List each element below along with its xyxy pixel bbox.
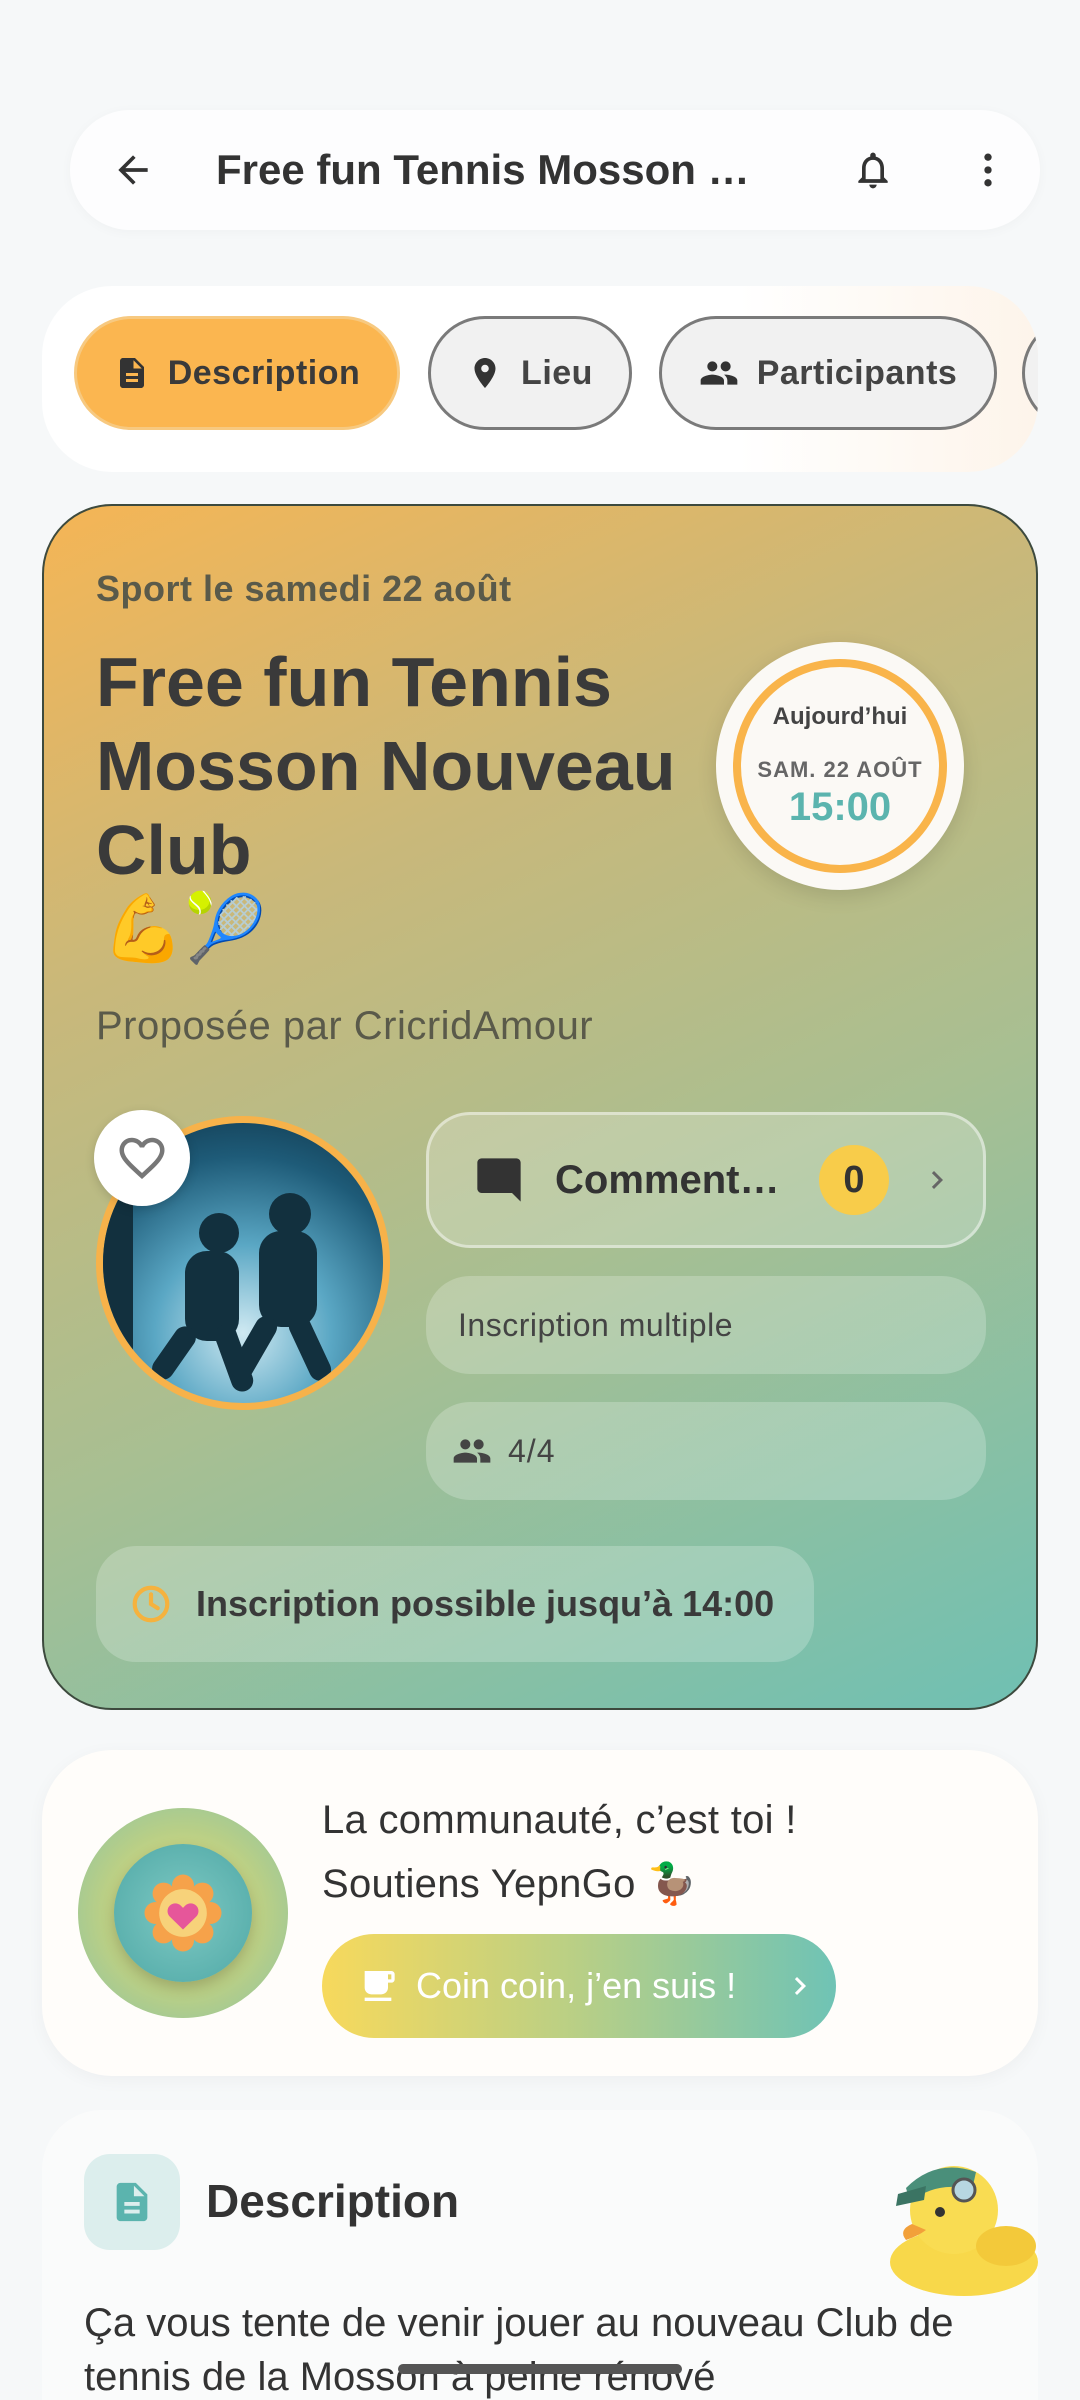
duck-mascot-icon	[890, 2166, 1038, 2296]
tab-label: Description	[167, 353, 361, 392]
duck-mascot-button[interactable]	[876, 2150, 1046, 2300]
location-pin-icon	[474, 358, 496, 388]
date-badge: Aujourd’hui SAM. 22 AOÛT 15:00	[716, 642, 964, 890]
people-icon	[700, 361, 738, 385]
registration-deadline: Inscription possible jusqu’à 14:00	[96, 1546, 814, 1662]
arrow-back-icon	[118, 155, 148, 185]
document-icon	[119, 358, 144, 388]
comments-label: Commentaires	[555, 1157, 785, 1202]
document-icon	[84, 2154, 180, 2250]
more-vert-icon	[984, 153, 992, 187]
bell-icon	[858, 152, 888, 189]
tab-participants[interactable]: Participants	[659, 316, 997, 430]
chevron-right-icon	[794, 1977, 806, 1995]
tab-lieu[interactable]: Lieu	[428, 316, 632, 430]
clock-timer-icon	[132, 1585, 170, 1623]
coffee-cup-icon	[364, 1971, 395, 2001]
event-organizer: Proposée par CricridAmour	[96, 1004, 594, 1048]
description-text: Ça vous tente de venir jouer au nouveau …	[84, 2301, 954, 2399]
section-tabs: Description Lieu Participants	[42, 286, 1038, 472]
event-category-date: Sport le samedi 22 août	[96, 568, 512, 609]
people-icon	[453, 1439, 491, 1463]
comments-button[interactable]: Commentaires 0	[426, 1112, 986, 1248]
top-app-bar: Free fun Tennis Mosson Nouveau Club 💪🎾	[70, 110, 1040, 230]
event-title: Free fun Tennis Mosson Nouveau Club	[96, 643, 676, 889]
date-badge-today: Aujourd’hui	[772, 702, 908, 730]
date-badge-time: 15:00	[788, 784, 892, 829]
participants-count-pill: 4/4	[426, 1402, 986, 1500]
home-indicator	[398, 2364, 682, 2374]
heart-outline-icon	[119, 1137, 165, 1180]
tab-next-partial[interactable]	[1022, 316, 1038, 430]
page-title: Free fun Tennis Mosson Nouveau Club 💪🎾	[216, 145, 776, 193]
registration-deadline-text: Inscription possible jusqu’à 14:00	[196, 1583, 775, 1624]
date-badge-date: SAM. 22 AOÛT	[757, 756, 923, 782]
support-logo	[78, 1808, 288, 2018]
back-button[interactable]	[98, 135, 168, 205]
multiple-registration-pill: Inscription multiple	[426, 1276, 986, 1374]
favorite-button[interactable]	[94, 1110, 190, 1206]
tab-description[interactable]: Description	[74, 316, 400, 430]
chevron-right-icon	[931, 1171, 943, 1189]
support-cta-label: Coin coin, j’en suis !	[416, 1965, 737, 2006]
support-cta-button[interactable]: Coin coin, j’en suis !	[322, 1934, 836, 2038]
heart-flower-icon	[144, 1874, 222, 1952]
support-card: La communauté, c’est toi ! Soutiens Yepn…	[42, 1750, 1038, 2076]
participants-count: 4/4	[508, 1432, 556, 1469]
tab-label: Participants	[756, 353, 958, 392]
multiple-registration-label: Inscription multiple	[458, 1306, 733, 1343]
tab-label: Lieu	[521, 353, 593, 392]
event-title-emojis: 💪🎾	[102, 891, 267, 965]
support-headline: La communauté, c’est toi !	[322, 1798, 797, 1842]
description-title: Description	[206, 2175, 460, 2227]
comments-count-badge: 0	[819, 1145, 889, 1215]
event-hero-card: Sport le samedi 22 août Free fun Tennis …	[42, 504, 1038, 1710]
more-options-button[interactable]	[953, 135, 1023, 205]
notifications-button[interactable]	[838, 135, 908, 205]
comment-icon	[477, 1158, 521, 1202]
support-subline: Soutiens YepnGo 🦆	[322, 1862, 698, 1906]
